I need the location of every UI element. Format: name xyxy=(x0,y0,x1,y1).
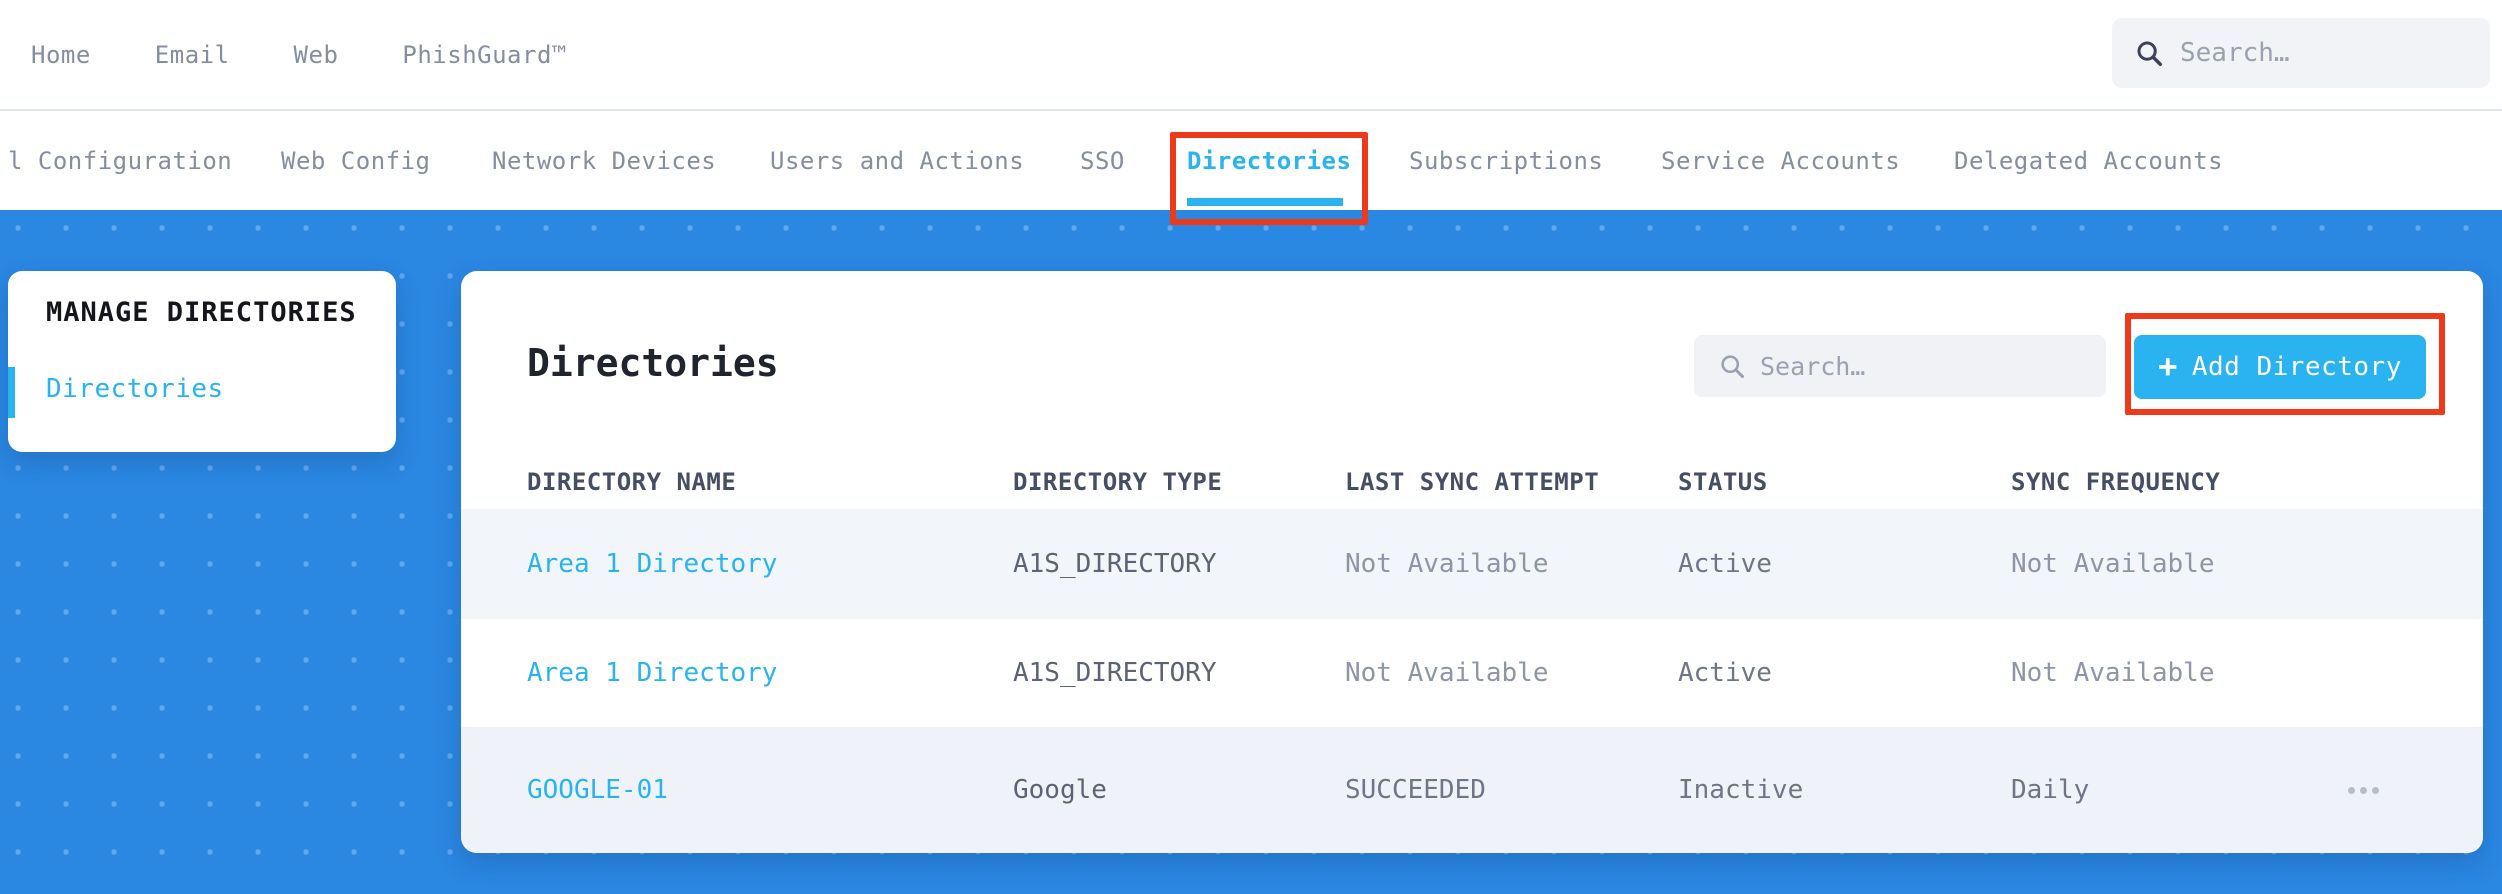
column-header-sync-frequency: SYNC FREQUENCY xyxy=(2011,468,2221,496)
top-bar: Home Email Web PhishGuard™ xyxy=(0,0,2502,111)
nav-item-subscriptions[interactable]: Subscriptions xyxy=(1409,147,1603,175)
directory-name-link[interactable]: Area 1 Directory xyxy=(527,658,1013,688)
page-title: Directories xyxy=(527,341,779,385)
row-actions-menu-icon[interactable] xyxy=(2333,786,2393,794)
table-header-row: DIRECTORY NAME DIRECTORY TYPE LAST SYNC … xyxy=(461,457,2483,507)
directory-type-cell: A1S_DIRECTORY xyxy=(1013,549,1217,579)
directory-name-link[interactable]: GOOGLE-01 xyxy=(527,775,1013,805)
nav-item-network-devices[interactable]: Network Devices xyxy=(492,147,716,175)
search-icon xyxy=(2134,38,2164,68)
sync-frequency-cell: Daily xyxy=(2011,775,2090,805)
status-cell: Active xyxy=(1678,549,1772,579)
nav-item-phishguard[interactable]: PhishGuard™ xyxy=(402,41,566,69)
nav-item-configuration[interactable]: l Configuration xyxy=(8,147,232,175)
nav-item-web-config[interactable]: Web Config xyxy=(281,147,431,175)
directories-search-input[interactable] xyxy=(1760,351,2106,381)
side-panel-title: MANAGE DIRECTORIES xyxy=(46,297,357,328)
status-cell: Inactive xyxy=(1678,775,1804,805)
status-cell: Active xyxy=(1678,658,1772,688)
search-icon xyxy=(1718,352,1746,380)
active-item-indicator xyxy=(8,367,15,418)
sync-frequency-cell: Not Available xyxy=(2011,658,2215,688)
nav-item-service-accounts[interactable]: Service Accounts xyxy=(1661,147,1900,175)
phishguard-admin-screen: Home Email Web PhishGuard™ l Configurati… xyxy=(0,0,2502,894)
column-header-status: STATUS xyxy=(1678,468,1768,496)
column-header-last-sync-attempt: LAST SYNC ATTEMPT xyxy=(1345,468,1600,496)
global-search-input[interactable] xyxy=(2180,38,2490,68)
directories-panel: Directories + Add Directory DIRECTORY NA… xyxy=(461,271,2483,853)
table-row: Area 1 Directory A1S_DIRECTORY Not Avail… xyxy=(461,619,2483,727)
add-directory-button[interactable]: + Add Directory xyxy=(2134,335,2426,399)
nav-item-directories[interactable]: Directories xyxy=(1187,147,1351,175)
nav-item-email[interactable]: Email xyxy=(155,41,230,69)
nav-item-users-and-actions[interactable]: Users and Actions xyxy=(770,147,1024,175)
nav-item-delegated-accounts[interactable]: Delegated Accounts xyxy=(1954,147,2223,175)
sync-frequency-cell: Not Available xyxy=(2011,549,2215,579)
directory-type-cell: Google xyxy=(1013,775,1107,805)
last-sync-cell: Not Available xyxy=(1345,549,1549,579)
table-row: GOOGLE-01 Google SUCCEEDED Inactive Dail… xyxy=(461,727,2483,853)
content-area: MANAGE DIRECTORIES Directories Directori… xyxy=(0,210,2502,894)
column-header-directory-type: DIRECTORY TYPE xyxy=(1013,468,1223,496)
active-tab-underline xyxy=(1187,198,1343,206)
nav-item-sso[interactable]: SSO xyxy=(1080,147,1125,175)
column-header-directory-name: DIRECTORY NAME xyxy=(527,468,737,496)
global-search-box xyxy=(2112,18,2490,88)
settings-nav: l Configuration Web Config Network Devic… xyxy=(0,111,2502,210)
last-sync-cell: Not Available xyxy=(1345,658,1549,688)
nav-item-home[interactable]: Home xyxy=(31,41,91,69)
sidebar-item-directories[interactable]: Directories xyxy=(46,374,224,404)
plus-icon: + xyxy=(2158,346,2178,385)
directory-type-cell: A1S_DIRECTORY xyxy=(1013,658,1217,688)
table-row: Area 1 Directory A1S_DIRECTORY Not Avail… xyxy=(461,509,2483,619)
directories-search-box xyxy=(1694,335,2106,397)
table-body: Area 1 Directory A1S_DIRECTORY Not Avail… xyxy=(461,509,2483,853)
side-panel: MANAGE DIRECTORIES Directories xyxy=(8,271,396,452)
directory-name-link[interactable]: Area 1 Directory xyxy=(527,549,1013,579)
nav-item-web[interactable]: Web xyxy=(294,41,339,69)
last-sync-cell: SUCCEEDED xyxy=(1345,775,1486,805)
add-directory-button-label: Add Directory xyxy=(2191,352,2402,382)
